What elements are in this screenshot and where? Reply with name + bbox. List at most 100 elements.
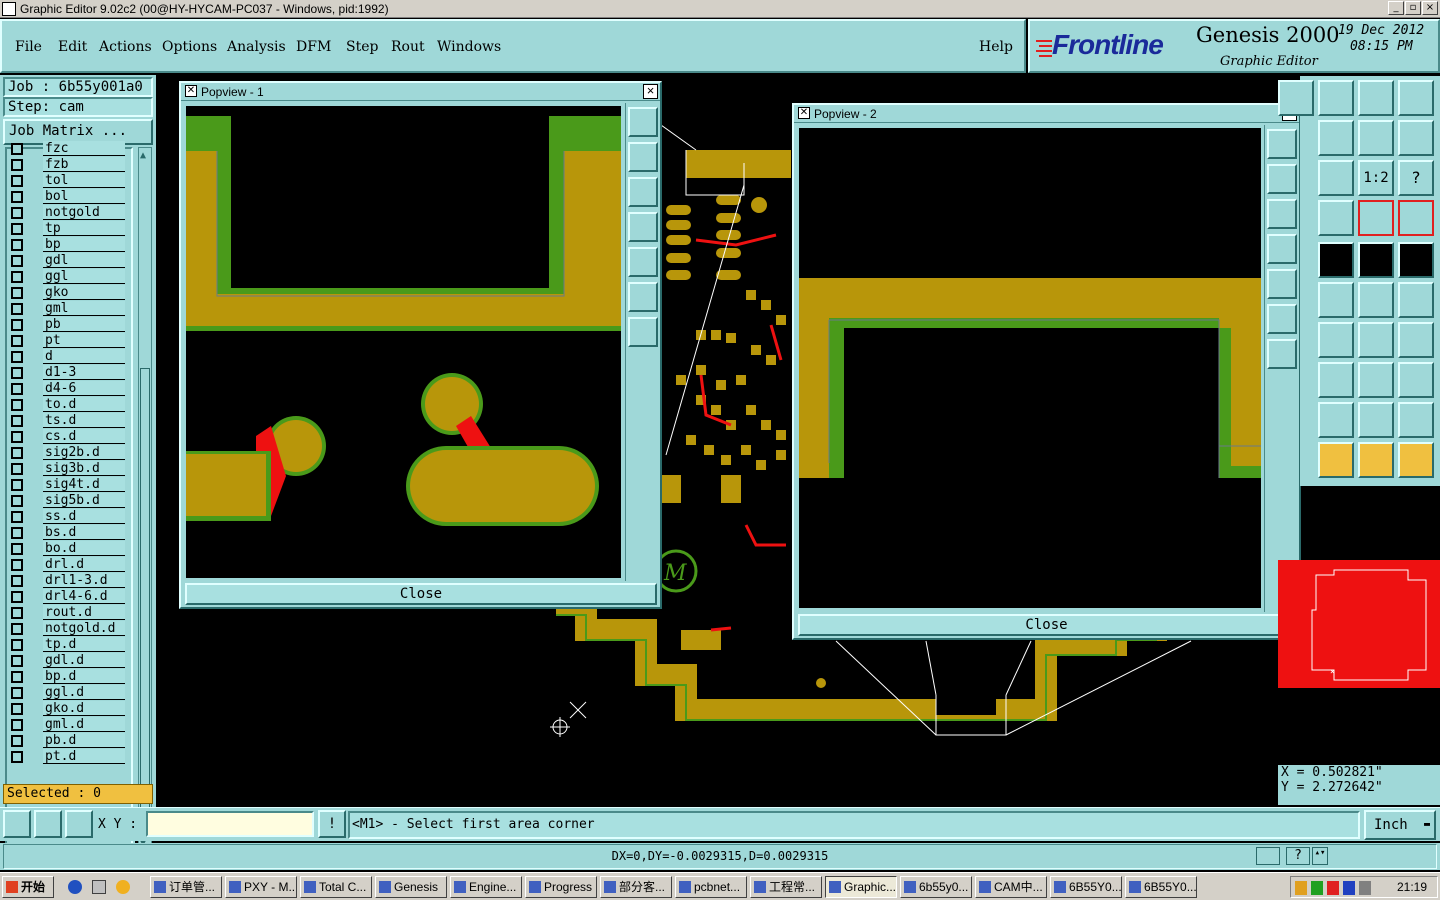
pan-right-icon[interactable] [628,247,658,277]
pan-all-icon[interactable] [1318,160,1354,196]
triangle-b-icon[interactable] [1358,402,1394,438]
menu-windows[interactable]: Windows [437,39,501,55]
house-icon[interactable] [1358,80,1394,116]
task-customer[interactable]: 部分客... [600,876,672,898]
layer-name[interactable]: drl1-3.d [43,573,125,588]
task-total[interactable]: Total C... [300,876,372,898]
layer-row[interactable]: tp [8,221,128,237]
menu-help[interactable]: Help [979,39,1013,55]
layer-name[interactable]: gko.d [43,701,125,716]
layer-row[interactable]: drl4-6.d [8,589,128,605]
layer-row[interactable]: pb [8,317,128,333]
task-pxy[interactable]: PXY - M... [225,876,297,898]
layer-checkbox[interactable] [11,495,23,507]
window-icon[interactable] [1398,80,1434,116]
layer-checkbox[interactable] [11,223,23,235]
pan-down-tool-icon[interactable] [1318,80,1354,116]
quicklaunch-media-icon[interactable] [116,880,130,894]
triangle-a-icon[interactable] [1318,402,1354,438]
layer-row[interactable]: ggl.d [8,685,128,701]
menu-options[interactable]: Options [162,39,217,55]
minimize-button[interactable]: _ [1388,1,1404,15]
layer-name[interactable]: bol [43,189,125,204]
layer-row[interactable]: sig2b.d [8,445,128,461]
layer-row[interactable]: gdl.d [8,653,128,669]
popview-1-close-icon[interactable]: × [643,84,658,99]
layer-checkbox[interactable] [11,303,23,315]
layer-row[interactable]: ggl [8,269,128,285]
triangle-c-icon[interactable] [1398,402,1434,438]
overview-map[interactable]: × [1278,560,1440,688]
layer-row[interactable]: pt [8,333,128,349]
task-progress[interactable]: Progress [525,876,597,898]
task-cam[interactable]: CAM中... [975,876,1047,898]
layer-name[interactable]: d4-6 [43,381,125,396]
keyboard-icon[interactable] [1256,847,1280,865]
draw-line-icon[interactable] [1318,322,1354,358]
pad-icon[interactable] [1398,242,1434,278]
layer-name[interactable]: bp.d [43,669,125,684]
layer-row[interactable]: ts.d [8,413,128,429]
pan-down-icon[interactable] [1267,199,1297,229]
task-pcbnet[interactable]: pcbnet... [675,876,747,898]
layer-name[interactable]: pb.d [43,733,125,748]
cross-icon[interactable] [1318,282,1354,318]
layer-checkbox[interactable] [11,175,23,187]
task-graphic-active[interactable]: Graphic... [825,876,897,898]
layer-checkbox[interactable] [11,719,23,731]
menu-edit[interactable]: Edit [58,39,87,55]
layer-row-partial[interactable]: fzc [8,141,128,157]
layer-row[interactable]: d [8,349,128,365]
layer-name[interactable]: gml.d [43,717,125,732]
layer-row[interactable]: bp [8,237,128,253]
layer-name[interactable]: drl4-6.d [43,589,125,604]
menu-step[interactable]: Step [346,39,378,55]
layer-checkbox[interactable] [11,623,23,635]
layer-checkbox[interactable] [11,607,23,619]
layer-name[interactable]: gko [43,285,125,300]
layer-name[interactable]: gdl.d [43,653,125,668]
layer-checkbox[interactable] [11,703,23,715]
layer-name[interactable]: bo.d [43,541,125,556]
task-6b55y0-b[interactable]: 6B55Y0... [1050,876,1122,898]
layer-checkbox[interactable] [11,511,23,523]
zoom-in-icon[interactable] [1267,304,1297,334]
exclaim-icon[interactable]: ! [318,810,346,838]
layer-name[interactable]: ggl.d [43,685,125,700]
task-engine[interactable]: Engine... [450,876,522,898]
layer-scrollbar[interactable]: ▲ ▼ [138,147,152,852]
layer-checkbox[interactable] [11,447,23,459]
popview-2-close-button[interactable]: Close [798,614,1295,636]
popview-1-close-button[interactable]: Close [185,583,657,605]
layer-name[interactable]: fzc [43,141,125,156]
help-tool-icon[interactable]: ? [1398,160,1434,196]
pan-up-icon[interactable] [628,142,658,172]
line-node-icon[interactable] [1358,282,1394,318]
layer-checkbox[interactable] [11,639,23,651]
menu-actions[interactable]: Actions [99,39,152,55]
arc-node-icon[interactable] [1398,282,1434,318]
layer-checkbox[interactable] [11,671,23,683]
layer-checkbox[interactable] [11,463,23,475]
snap-icon[interactable] [1398,120,1434,156]
menu-file[interactable]: File [15,39,42,55]
help-status-icon[interactable]: ? [1286,847,1310,865]
layer-checkbox[interactable] [11,287,23,299]
task-genesis[interactable]: Genesis [375,876,447,898]
layer-name[interactable]: pt.d [43,749,125,764]
layer-row[interactable]: bol [8,189,128,205]
snap-angle-icon[interactable] [34,810,62,838]
measure-icon[interactable] [1358,362,1394,398]
grid-snap-icon[interactable] [65,810,93,838]
grid-icon[interactable] [1318,200,1354,236]
layer-checkbox[interactable] [11,335,23,347]
tray-icons[interactable] [1295,881,1375,895]
layer-row[interactable]: bp.d [8,669,128,685]
task-engineering[interactable]: 工程常... [750,876,822,898]
home-icon[interactable] [1278,80,1314,116]
color-tool-icon[interactable] [1318,242,1354,278]
maximize-button[interactable]: ▫ [1405,1,1421,15]
pointer-move-icon[interactable] [1358,442,1394,478]
layer-name[interactable]: notgold.d [43,621,125,636]
mirror-icon[interactable] [1358,120,1394,156]
